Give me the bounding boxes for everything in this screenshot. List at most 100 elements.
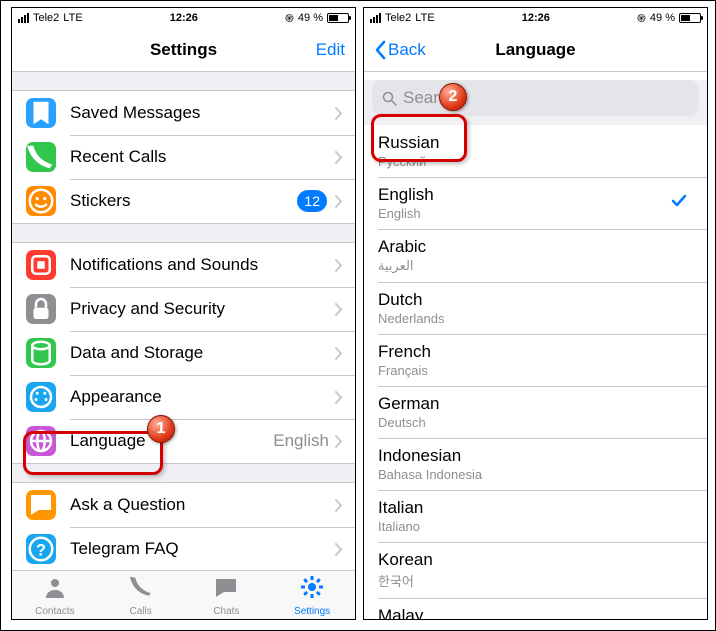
language-row-dutch[interactable]: Dutch Nederlands (364, 282, 707, 334)
settings-screen: Tele2 LTE 12:26 ֍ 49 % Settings Edit Sav… (11, 7, 356, 620)
settings-row-privacy-and-security[interactable]: Privacy and Security (12, 287, 355, 331)
language-row-korean[interactable]: Korean 한국어 (364, 542, 707, 598)
page-title: Settings (12, 40, 355, 60)
faq-icon: ? (26, 534, 56, 564)
settings-list[interactable]: Saved Messages Recent Calls Stickers 12 … (12, 72, 355, 570)
language-row-english[interactable]: English English (364, 177, 707, 229)
status-bar: Tele2 LTE 12:26 ֍ 49 % (364, 8, 707, 28)
chevron-right-icon (335, 435, 343, 448)
phone-icon (26, 142, 56, 172)
language-native: Русский (378, 154, 693, 169)
row-label: Appearance (70, 387, 335, 407)
signal-icon (370, 13, 381, 23)
row-label: Recent Calls (70, 147, 335, 167)
language-row-italian[interactable]: Italian Italiano (364, 490, 707, 542)
row-label: Privacy and Security (70, 299, 335, 319)
chats-icon (213, 574, 239, 605)
callout-badge-2: 2 (439, 83, 467, 111)
settings-row-saved-messages[interactable]: Saved Messages (12, 91, 355, 135)
alarm-icon: ֍ (285, 11, 294, 26)
language-native: Français (378, 363, 693, 378)
settings-row-language[interactable]: Language English (12, 419, 355, 463)
lock-icon (26, 294, 56, 324)
tab-bar: Contacts Calls Chats Settings (12, 570, 355, 619)
row-label: Ask a Question (70, 495, 335, 515)
chat-icon (26, 490, 56, 520)
bell-icon (26, 250, 56, 280)
settings-row-notifications-and-sounds[interactable]: Notifications and Sounds (12, 243, 355, 287)
language-row-arabic[interactable]: Arabic العربية (364, 229, 707, 282)
battery-icon (679, 13, 701, 23)
tab-chats[interactable]: Chats (184, 571, 270, 619)
language-native: English (378, 206, 671, 221)
search-icon (382, 91, 397, 106)
badge: 12 (297, 190, 327, 212)
settings-row-recent-calls[interactable]: Recent Calls (12, 135, 355, 179)
row-label: Saved Messages (70, 103, 335, 123)
language-body[interactable]: Russian Русский English English Arabic ا… (364, 72, 707, 619)
settings-row-telegram-faq[interactable]: ? Telegram FAQ (12, 527, 355, 570)
settings-nav: Settings Edit (12, 28, 355, 72)
language-native: Italiano (378, 519, 693, 534)
battery-pct: 49 % (298, 12, 323, 24)
settings-row-appearance[interactable]: Appearance (12, 375, 355, 419)
language-native: العربية (378, 258, 693, 274)
search-field[interactable] (372, 80, 699, 116)
clock: 12:26 (83, 12, 285, 24)
settings-icon (299, 574, 325, 605)
row-label: Data and Storage (70, 343, 335, 363)
tab-label: Calls (130, 606, 152, 617)
chevron-right-icon (335, 499, 343, 512)
language-screen: Tele2 LTE 12:26 ֍ 49 % Back Language (363, 7, 708, 620)
language-native: Deutsch (378, 415, 693, 430)
tab-label: Contacts (35, 606, 74, 617)
tab-label: Settings (294, 606, 330, 617)
calls-icon (128, 574, 154, 605)
chevron-right-icon (335, 259, 343, 272)
brush-icon (26, 382, 56, 412)
language-name: German (378, 394, 693, 414)
carrier-label: Tele2 (33, 12, 59, 24)
checkmark-icon (671, 193, 687, 214)
language-name: Dutch (378, 290, 693, 310)
settings-row-stickers[interactable]: Stickers 12 (12, 179, 355, 223)
chevron-right-icon (335, 347, 343, 360)
chevron-right-icon (335, 195, 343, 208)
row-value: English (273, 431, 329, 451)
language-name: Korean (378, 550, 693, 570)
tab-settings[interactable]: Settings (269, 571, 355, 619)
language-row-german[interactable]: German Deutsch (364, 386, 707, 438)
row-label: Telegram FAQ (70, 539, 335, 559)
language-name: Indonesian (378, 446, 693, 466)
language-name: Russian (378, 133, 693, 153)
page-title: Language (364, 40, 707, 60)
chevron-right-icon (335, 151, 343, 164)
language-row-russian[interactable]: Russian Русский (364, 125, 707, 177)
language-row-malay[interactable]: Malay (364, 598, 707, 619)
data-icon (26, 338, 56, 368)
language-name: Malay (378, 606, 693, 619)
language-row-indonesian[interactable]: Indonesian Bahasa Indonesia (364, 438, 707, 490)
language-name: Arabic (378, 237, 693, 257)
language-native: 한국어 (378, 571, 693, 590)
language-row-french[interactable]: French Français (364, 334, 707, 386)
bookmark-icon (26, 98, 56, 128)
tab-label: Chats (213, 606, 239, 617)
language-native: Bahasa Indonesia (378, 467, 693, 482)
tab-contacts[interactable]: Contacts (12, 571, 98, 619)
settings-row-ask-a-question[interactable]: Ask a Question (12, 483, 355, 527)
clock: 12:26 (435, 12, 637, 24)
language-name: English (378, 185, 671, 205)
language-name: French (378, 342, 693, 362)
battery-icon (327, 13, 349, 23)
status-bar: Tele2 LTE 12:26 ֍ 49 % (12, 8, 355, 28)
network-label: LTE (415, 12, 434, 24)
tab-calls[interactable]: Calls (98, 571, 184, 619)
carrier-label: Tele2 (385, 12, 411, 24)
network-label: LTE (63, 12, 82, 24)
globe-icon (26, 426, 56, 456)
chevron-right-icon (335, 303, 343, 316)
battery-pct: 49 % (650, 12, 675, 24)
contacts-icon (42, 574, 68, 605)
settings-row-data-and-storage[interactable]: Data and Storage (12, 331, 355, 375)
